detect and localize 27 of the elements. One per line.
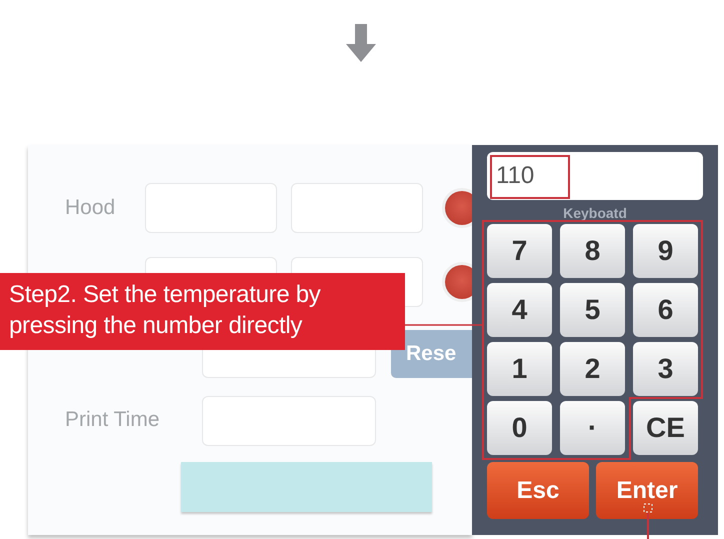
input-field[interactable] bbox=[291, 183, 423, 233]
indicator-light bbox=[445, 264, 472, 298]
value-text: 110 bbox=[496, 162, 534, 190]
key-button[interactable]: 6 bbox=[633, 283, 698, 337]
field-label: Hood bbox=[65, 196, 116, 220]
key-button[interactable]: 9 bbox=[633, 224, 698, 278]
key-button[interactable]: · bbox=[560, 401, 625, 455]
field-label: Print Time bbox=[65, 408, 160, 432]
key-button[interactable]: 3 bbox=[633, 342, 698, 396]
key-button[interactable]: 7 bbox=[487, 224, 552, 278]
input-field[interactable] bbox=[202, 396, 376, 446]
submit-button[interactable] bbox=[181, 462, 432, 512]
down-arrow-icon bbox=[346, 24, 376, 62]
keypad-title: Keyboatd bbox=[562, 205, 628, 221]
key-button[interactable]: 1 bbox=[487, 342, 552, 396]
key-button[interactable]: CE bbox=[633, 401, 698, 455]
key-button[interactable]: 2 bbox=[560, 342, 625, 396]
value-display[interactable]: 110 bbox=[487, 152, 703, 200]
key-button[interactable]: 5 bbox=[560, 283, 625, 337]
callout-tooltip: Step2. Set the temperature by pressing the number directly bbox=[0, 273, 405, 350]
key-button[interactable]: 4 bbox=[487, 283, 552, 337]
key-button[interactable]: 8 bbox=[560, 224, 625, 278]
key-button[interactable]: 0 bbox=[487, 401, 552, 455]
input-field[interactable] bbox=[145, 183, 277, 233]
indicator-light bbox=[445, 191, 472, 225]
action-button[interactable]: Enter bbox=[596, 462, 698, 519]
action-button[interactable]: Esc bbox=[487, 462, 589, 519]
